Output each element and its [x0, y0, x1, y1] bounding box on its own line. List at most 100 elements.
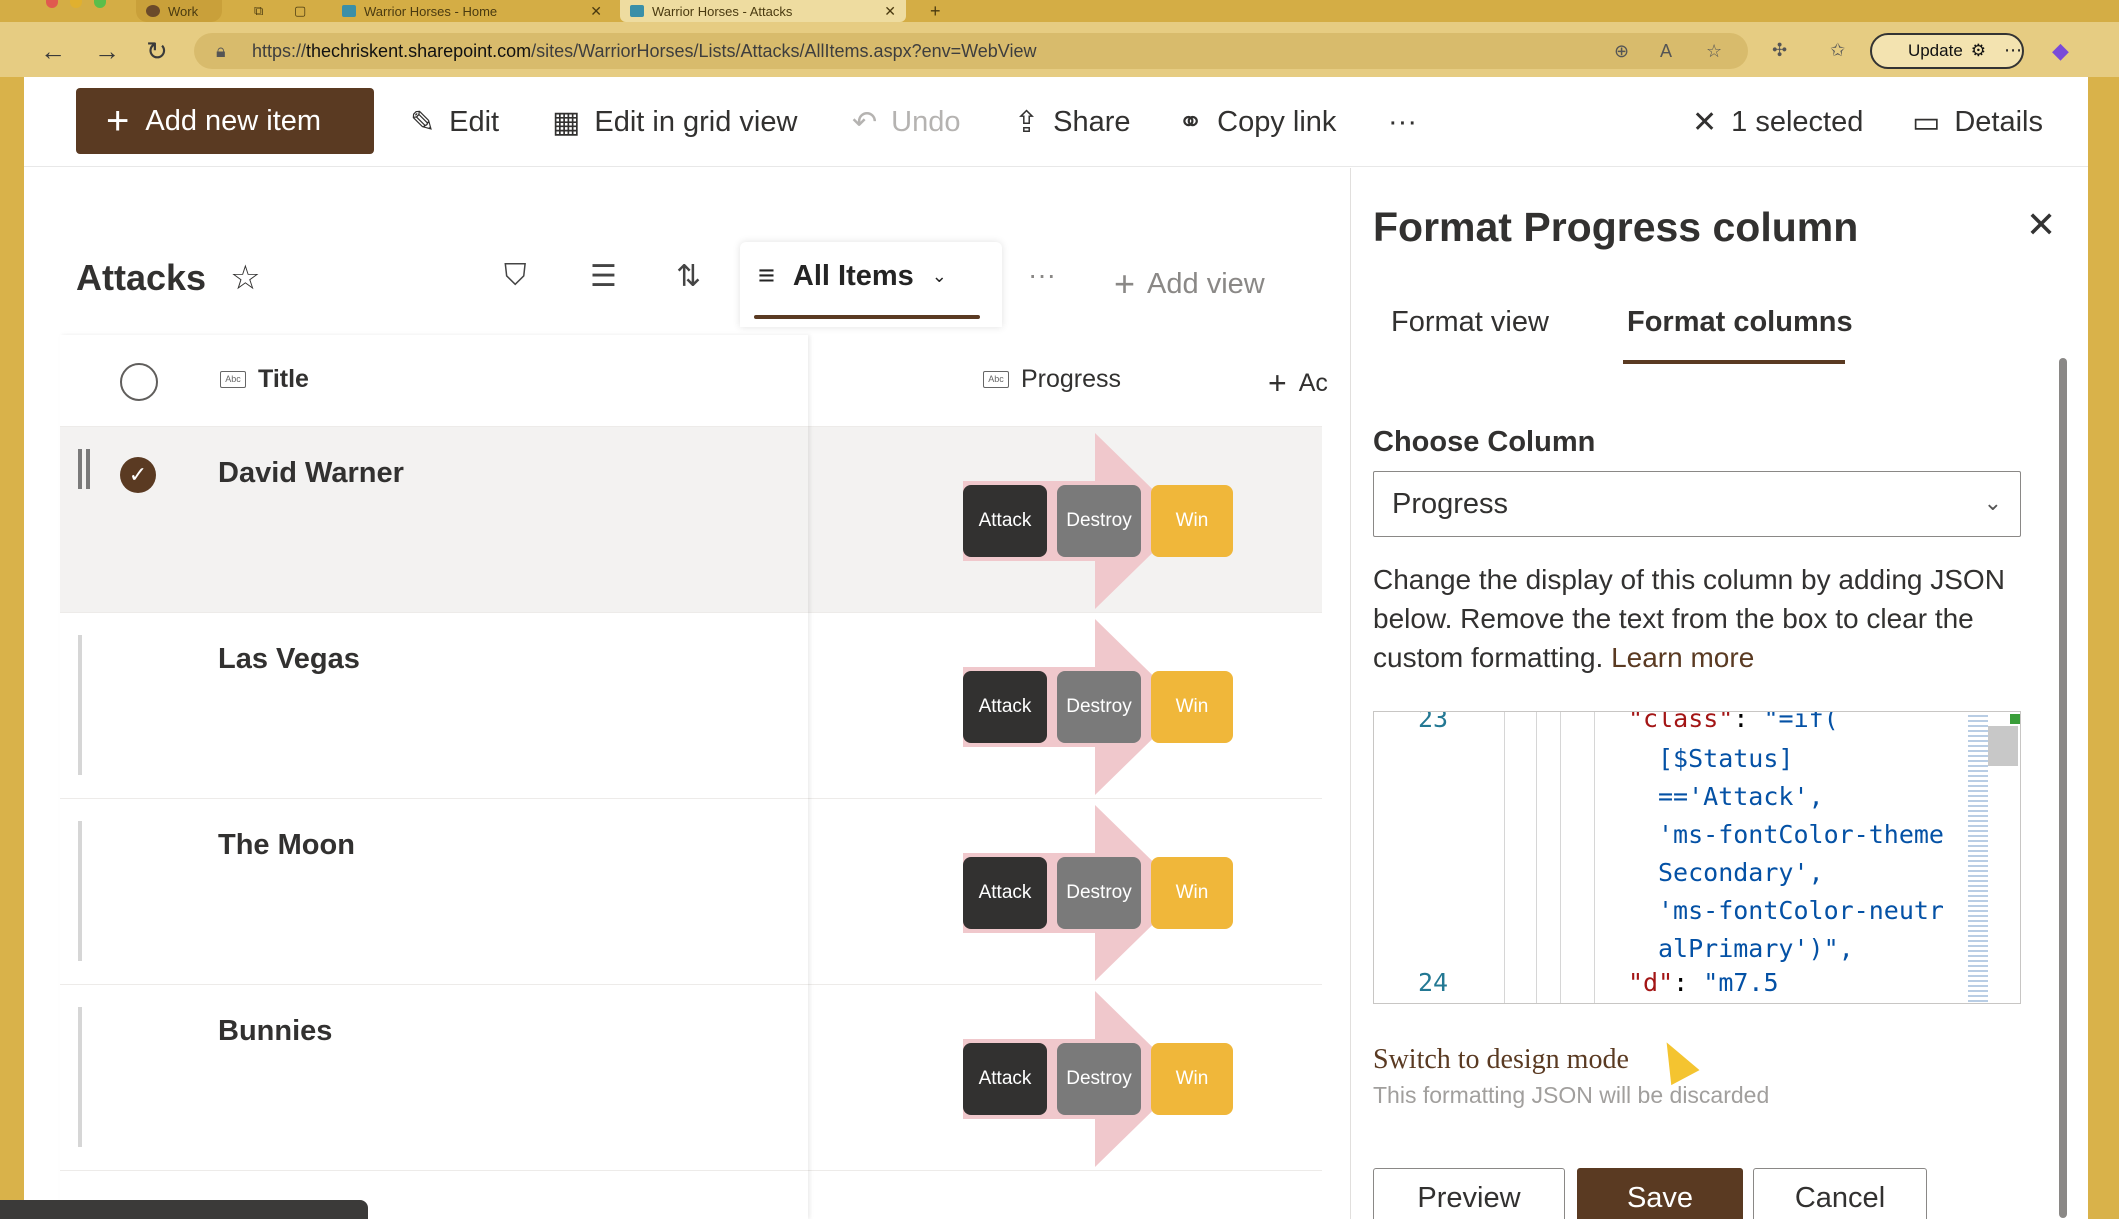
json-editor[interactable]: 23 "class": "=if( [$Status] =='Attack', … [1373, 711, 2021, 1004]
tab-actions-icon[interactable]: ▢ [284, 0, 316, 22]
link-icon: ⚭ [1178, 105, 1204, 139]
panel-scrollbar[interactable] [2059, 358, 2067, 1218]
grid-label: Edit in grid view [594, 105, 798, 138]
add-column-label: Ac [1298, 369, 1328, 397]
group-by-icon[interactable]: ☰ [590, 259, 617, 294]
active-tab-underline [1623, 360, 1845, 364]
format-column-panel: Format Progress column ✕ Format view For… [1350, 168, 2070, 1219]
zoom-icon[interactable]: ⊕ [1614, 41, 1629, 62]
panel-title: Format Progress column [1373, 204, 1859, 250]
details-button[interactable]: ▭ Details [1912, 99, 2043, 145]
list-title: Attacks ☆ [76, 257, 261, 299]
choose-column-label: Choose Column [1373, 426, 1596, 458]
pencil-icon: ✎ [410, 105, 436, 139]
switch-to-design-mode-link[interactable]: Switch to design mode [1373, 1044, 1629, 1076]
column-header-progress[interactable]: Abc Progress [983, 365, 1121, 394]
copy-link-button[interactable]: ⚭ Copy link [1178, 99, 1336, 145]
chevron-down-icon: ⌄ [1983, 490, 2002, 515]
url-field[interactable]: 🔒︎ https://thechriskent.sharepoint.com/s… [194, 33, 1748, 69]
forward-arrow-icon[interactable]: → [94, 36, 120, 67]
undo-button[interactable]: ↶ Undo [852, 99, 960, 145]
sort-icon[interactable]: ⇅ [676, 259, 701, 294]
format-description: Change the display of this column by add… [1373, 560, 2013, 677]
details-pane-icon: ▭ [1912, 105, 1941, 139]
code-line: "d": "m7.5 [1628, 968, 1779, 997]
extensions-icon[interactable]: ✣ [1772, 40, 1787, 61]
editor-minimap[interactable] [1968, 712, 1988, 1003]
code-line: alPrimary')", [1658, 934, 1854, 963]
new-tab-icon[interactable]: + [920, 0, 951, 22]
tab-format-columns[interactable]: Format columns [1627, 306, 1853, 339]
browser-tab-bar: Work ⧉ ▢ Warrior Horses - Home ✕ Warrior… [0, 0, 2119, 22]
more-views-button[interactable]: ··· [1028, 259, 1056, 291]
refresh-icon[interactable]: ↻ [146, 36, 168, 67]
more-commands-button[interactable]: ··· [1388, 99, 1417, 145]
share-button[interactable]: ⇪ Share [1014, 99, 1131, 145]
plus-icon: + [1114, 263, 1136, 304]
learn-more-link[interactable]: Learn more [1611, 642, 1754, 673]
line-number: 23 [1418, 711, 1449, 733]
close-tab-icon[interactable]: ✕ [590, 3, 602, 20]
sharepoint-favicon [342, 5, 356, 17]
edit-button[interactable]: ✎ Edit [410, 99, 499, 145]
editor-scrollbar-thumb[interactable] [1988, 726, 2018, 766]
destroy-step: Destroy [1057, 485, 1141, 557]
editor-gutter-line [1536, 712, 1537, 1003]
profile-label: Work [168, 3, 199, 19]
cancel-button[interactable]: Cancel [1753, 1168, 1927, 1219]
grid-icon: ▦ [552, 105, 581, 139]
update-label: Update [1907, 41, 1963, 60]
progress-cell: Attack Destroy Win [963, 985, 1263, 1171]
add-new-item-button[interactable]: + Add new item [76, 88, 374, 154]
profile-tab[interactable]: Work [136, 0, 222, 22]
attack-step: Attack [963, 857, 1047, 929]
update-button[interactable]: Update ⚙︎ [1870, 33, 2024, 69]
code-line: =='Attack', [1658, 782, 1824, 811]
copilot-icon[interactable]: ◆ [2052, 38, 2069, 64]
view-list-icon: ≡ [758, 260, 775, 292]
tab-warrior-horses-home[interactable]: Warrior Horses - Home ✕ [332, 0, 612, 22]
workspaces-icon[interactable]: ⧉ [244, 0, 273, 22]
close-tab-icon[interactable]: ✕ [884, 3, 896, 20]
save-button[interactable]: Save [1577, 1168, 1743, 1219]
maximize-window-button[interactable] [94, 0, 106, 8]
preview-button[interactable]: Preview [1373, 1168, 1565, 1219]
code-line: [$Status] [1658, 744, 1794, 773]
favorites-icon[interactable]: ✩ [1830, 40, 1845, 61]
view-switcher[interactable]: ≡ All Items ⌄ [740, 242, 1002, 327]
undo-icon: ↶ [852, 105, 878, 139]
edit-label: Edit [449, 105, 500, 138]
add-new-item-label: Add new item [145, 104, 322, 137]
browser-more-icon[interactable]: ⋯ [2004, 40, 2022, 61]
read-aloud-icon[interactable]: A [1660, 41, 1672, 62]
clear-selection-button[interactable]: ✕ 1 selected [1692, 99, 1863, 145]
destroy-step: Destroy [1057, 1043, 1141, 1115]
favorite-star-icon[interactable]: ☆ [230, 258, 260, 298]
tab-format-view[interactable]: Format view [1391, 306, 1549, 339]
edit-in-grid-view-button[interactable]: ▦ Edit in grid view [552, 99, 797, 145]
attack-step: Attack [963, 485, 1047, 557]
share-icon: ⇪ [1014, 105, 1040, 139]
update-icon: ⚙︎ [1970, 41, 1987, 60]
filter-icon[interactable]: ⛉ [504, 259, 527, 293]
view-name: All Items [792, 260, 914, 292]
close-window-button[interactable] [46, 0, 58, 8]
details-label: Details [1954, 105, 2044, 138]
list-title-text: Attacks [76, 257, 207, 298]
favorite-star-icon[interactable]: ☆ [1706, 41, 1722, 62]
tab-label: Warrior Horses - Attacks [652, 3, 793, 19]
destroy-step: Destroy [1057, 671, 1141, 743]
progress-cell: Attack Destroy Win [963, 613, 1263, 799]
more-commands-label: ··· [1388, 105, 1417, 138]
selected-count-label: 1 selected [1731, 105, 1864, 138]
command-bar: + Add new item ✎ Edit ▦ Edit in grid vie… [24, 77, 2088, 167]
text-column-icon: Abc [983, 371, 1009, 388]
add-column-button[interactable]: + Ac [1268, 365, 1328, 402]
back-arrow-icon[interactable]: ← [40, 36, 66, 67]
minimize-window-button[interactable] [70, 0, 82, 8]
choose-column-dropdown[interactable]: Progress ⌄ [1373, 471, 2021, 537]
column-header-progress-label: Progress [1021, 365, 1122, 393]
close-panel-icon[interactable]: ✕ [2026, 204, 2056, 246]
add-view-button[interactable]: + Add view [1114, 263, 1265, 305]
tab-warrior-horses-attacks[interactable]: Warrior Horses - Attacks ✕ [620, 0, 906, 22]
